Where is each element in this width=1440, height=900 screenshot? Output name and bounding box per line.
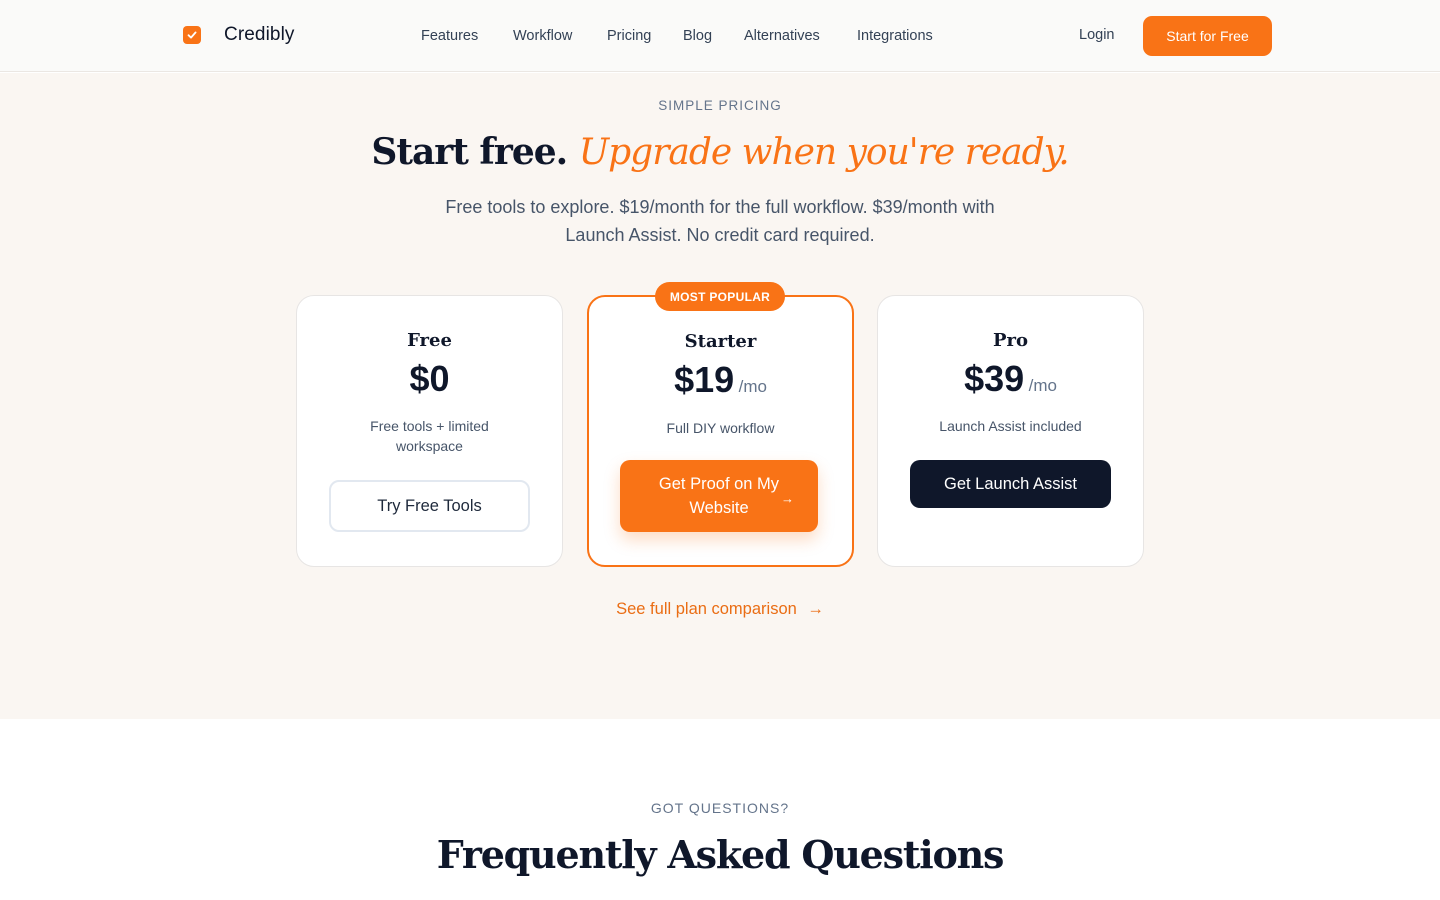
get-proof-button[interactable]: Get Proof on My Website → — [620, 460, 818, 532]
price-amount: $19 — [674, 359, 735, 400]
comparison-label: See full plan comparison — [616, 600, 797, 618]
brand-name[interactable]: Credibly — [224, 24, 295, 46]
pricing-section: SIMPLE PRICING Start free. Upgrade when … — [0, 73, 1440, 719]
price-amount: $0 — [409, 358, 450, 399]
nav-blog[interactable]: Blog — [683, 28, 712, 44]
plan-description: Full DIY workflow — [666, 420, 775, 436]
most-popular-badge: MOST POPULAR — [655, 282, 785, 311]
price-period: /mo — [1028, 376, 1057, 395]
nav-pricing[interactable]: Pricing — [607, 28, 651, 44]
nav-integrations[interactable]: Integrations — [857, 28, 933, 44]
plan-name: Free — [407, 330, 452, 351]
login-link[interactable]: Login — [1079, 27, 1114, 43]
logo-check-icon[interactable] — [183, 26, 201, 44]
plan-price: $0 — [297, 358, 562, 400]
faq-eyebrow: GOT QUESTIONS? — [650, 800, 790, 816]
pricing-headline: Start free. Upgrade when you're ready. — [0, 131, 1440, 173]
plan-price: $19 /mo — [589, 359, 852, 401]
arrow-right-icon: → — [807, 600, 824, 618]
arrow-right-icon: → — [781, 491, 794, 506]
faq-title: Frequently Asked Questions — [436, 832, 1005, 877]
plan-card-free: Free $0 Free tools + limited workspace T… — [296, 295, 563, 567]
button-label: Get Proof on My Website — [658, 475, 780, 517]
plan-description: Free tools + limited workspace — [370, 418, 489, 454]
nav-features[interactable]: Features — [421, 28, 478, 44]
try-free-tools-button[interactable]: Try Free Tools — [329, 480, 530, 532]
plan-description: Launch Assist included — [939, 418, 1082, 434]
pricing-subtitle: Free tools to explore. $19/month for the… — [445, 197, 995, 245]
start-free-button[interactable]: Start for Free — [1143, 16, 1272, 56]
plan-comparison-link[interactable]: See full plan comparison → — [0, 600, 1440, 619]
plan-card-starter: Starter $19 /mo Full DIY workflow Get Pr… — [587, 295, 854, 567]
plan-price: $39 /mo — [878, 358, 1143, 400]
plan-card-pro: Pro $39 /mo Launch Assist included Get L… — [877, 295, 1144, 567]
pricing-eyebrow: SIMPLE PRICING — [658, 98, 782, 113]
get-launch-assist-button[interactable]: Get Launch Assist — [910, 460, 1111, 508]
headline-plain: Start free. — [371, 131, 568, 173]
headline-accent: Upgrade when you're ready. — [578, 132, 1070, 173]
plan-name: Pro — [992, 330, 1029, 351]
nav-alternatives[interactable]: Alternatives — [744, 28, 820, 44]
price-amount: $39 — [964, 358, 1025, 399]
nav-workflow[interactable]: Workflow — [513, 28, 572, 44]
plan-name: Starter — [684, 331, 757, 352]
site-header: Credibly Features Workflow Pricing Blog … — [0, 0, 1440, 72]
price-period: /mo — [738, 377, 767, 396]
